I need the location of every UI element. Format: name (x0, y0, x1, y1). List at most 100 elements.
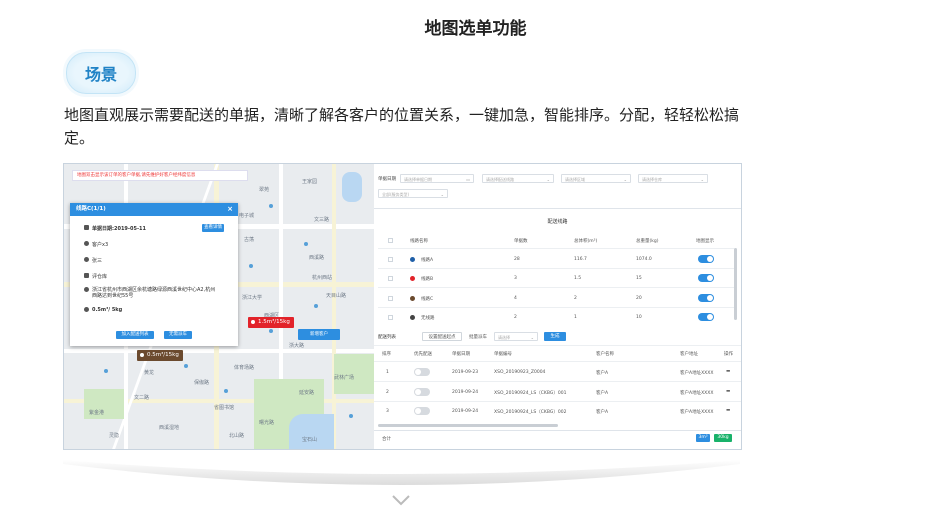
map-label: 延安路 (299, 390, 315, 396)
delivery-hscrollbar[interactable] (378, 424, 558, 427)
map-label: 紫金港 (89, 410, 105, 416)
row-checkbox[interactable] (388, 276, 393, 281)
map-show-toggle[interactable] (698, 294, 714, 302)
map-label: 保俶路 (194, 380, 210, 386)
col-route-name: 线路名称 (410, 239, 428, 244)
row-checkbox[interactable] (388, 315, 393, 320)
contact-icon (84, 257, 89, 262)
priority-toggle[interactable] (414, 368, 430, 376)
col-volume: 总体积(m³) (574, 239, 598, 244)
route-count: 4 (514, 296, 517, 301)
row-index: 1 (386, 370, 389, 375)
chevron-down-icon: ⌄ (530, 335, 534, 340)
map-show-toggle[interactable] (698, 255, 714, 263)
row-address: 客户A地址XXXX (680, 410, 714, 415)
total-weight-badge: 30kg (714, 434, 732, 442)
map-view[interactable]: 翠苑 王家园 电子城 文三路 古荡 西溪路 浙江大学 杭州西站 西湖区 天目山路… (64, 164, 374, 449)
trash-icon[interactable]: ▬ (726, 389, 730, 394)
row-checkbox[interactable] (388, 296, 393, 301)
routes-scrollbar[interactable] (734, 248, 737, 320)
date-filter-input[interactable]: 请选择单据日期 ▭ (400, 174, 474, 183)
route-count: 2 (514, 315, 517, 320)
map-label: 天目山路 (326, 293, 347, 299)
route-color-dot (410, 315, 415, 320)
row-index: 3 (386, 409, 389, 414)
col-action: 操作 (724, 352, 733, 357)
region-select[interactable]: 请选择区域 ⌄ (561, 174, 631, 183)
route-volume: 1.5 (574, 276, 582, 281)
col-code: 单据编号 (494, 352, 512, 357)
select-all-checkbox[interactable] (388, 238, 393, 243)
location-icon (84, 287, 89, 292)
route-volume: 2 (574, 296, 577, 301)
service-type-select[interactable]: 全部(服务类型) ⌄ (378, 189, 448, 198)
batch-vehicle-label: 批量派车 (469, 335, 487, 340)
priority-toggle[interactable] (414, 388, 430, 396)
popup-detail-button[interactable]: 查看详情 (202, 224, 224, 232)
map-label: 黄龙 (144, 370, 155, 376)
add-to-delivery-button[interactable]: 加入配送列表 (116, 331, 154, 339)
route-weight: 10 (636, 315, 642, 320)
delivery-title: 配送列表 (378, 335, 396, 340)
map-label: 电子城 (239, 213, 255, 219)
generate-button[interactable]: 生成 (544, 332, 566, 341)
col-count: 单据数 (514, 239, 528, 244)
col-map-show: 地图显示 (696, 239, 714, 244)
popup-address: 浙江省杭州市西湖区余杭塘路绿源西溪世纪中心A2,杭州西路达到世纪55号 (92, 287, 216, 299)
map-label: 文三路 (314, 217, 330, 223)
map-label: 翠苑 (259, 187, 270, 193)
add-customer-button[interactable]: 新增客户 (298, 329, 340, 340)
map-show-toggle[interactable] (698, 274, 714, 282)
row-customer: 客户A (596, 371, 609, 376)
map-label: 浙江大学 (242, 295, 263, 301)
vehicle-select[interactable]: 请选择 ⌄ (494, 332, 538, 341)
date-filter-placeholder: 请选择单据日期 (404, 177, 432, 182)
warehouse-select[interactable]: 请选择仓库 ⌄ (638, 174, 708, 183)
map-label: 武林广场 (334, 375, 355, 381)
set-start-button[interactable]: 设置配送起点 (422, 332, 462, 341)
row-date: 2019-09-24 (452, 390, 479, 395)
trash-icon[interactable]: ▬ (726, 408, 730, 413)
popup-volume-weight: 0.5m³/ 5kg (92, 307, 123, 313)
route-select[interactable]: 请选择配送线路 ⌄ (482, 174, 554, 183)
map-label: 曙光路 (259, 420, 275, 426)
no-dispatch-button[interactable]: 无需派车 (164, 331, 192, 339)
col-sort: 排序 (382, 352, 391, 357)
route-name: 线路C (421, 297, 434, 302)
route-name: 线路B (421, 277, 434, 282)
col-address: 客户地址 (680, 352, 698, 357)
page-title: 地图选单功能 (424, 19, 527, 39)
col-date: 单据日期 (452, 352, 470, 357)
map-show-toggle[interactable] (698, 313, 714, 321)
user-icon (84, 241, 89, 246)
route-volume: 116.7 (574, 257, 587, 262)
route-weight: 1074.0 (636, 257, 652, 262)
row-customer: 客户A (596, 391, 609, 396)
trash-icon[interactable]: ▬ (726, 369, 730, 374)
row-customer: 客户A (596, 410, 609, 415)
box-icon (84, 307, 89, 312)
row-index: 2 (386, 390, 389, 395)
priority-toggle[interactable] (414, 407, 430, 415)
route-weight: 15 (636, 276, 642, 281)
route-select-value: 请选择配送线路 (486, 177, 514, 182)
scene-badge: 场景 (66, 52, 136, 94)
row-checkbox[interactable] (388, 257, 393, 262)
route-count: 3 (514, 276, 517, 281)
map-label: 灵隐 (109, 433, 120, 439)
total-volume-badge: 3m³ (696, 434, 710, 442)
chevron-down-icon: ⌄ (700, 177, 704, 182)
route-volume: 1 (574, 315, 577, 320)
col-customer: 客户名称 (596, 352, 614, 357)
map-pin[interactable]: 1.5m³/15kg (248, 317, 294, 328)
chevron-down-icon: ⌄ (546, 177, 550, 182)
route-weight: 20 (636, 296, 642, 301)
popup-title: 线路C(1/1) (76, 206, 106, 212)
map-label: 文二路 (134, 395, 150, 401)
chevron-down-icon: ⌄ (623, 177, 627, 182)
close-icon[interactable]: × (227, 203, 233, 216)
row-date: 2019-09-24 (452, 409, 479, 414)
map-pin[interactable]: 0.5m³/15kg (137, 350, 183, 361)
map-tip: 地图双击显示该订单的客户单据,请先维护好客户经纬度信息 (72, 170, 248, 181)
map-label: 浙大路 (289, 343, 305, 349)
